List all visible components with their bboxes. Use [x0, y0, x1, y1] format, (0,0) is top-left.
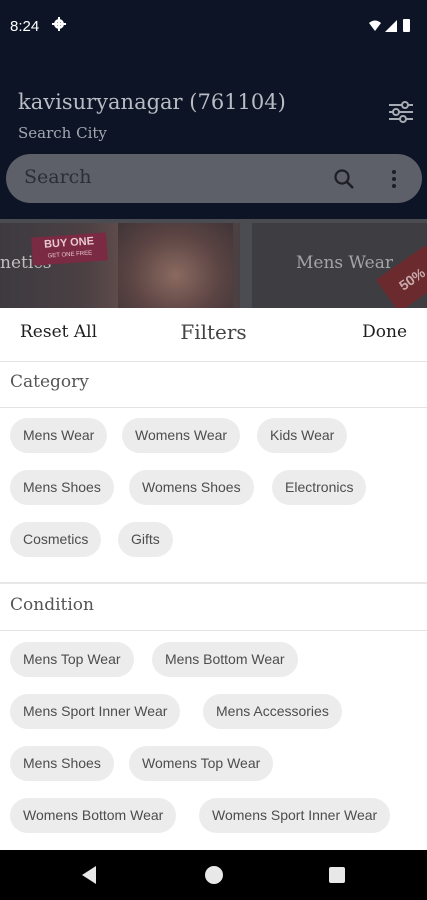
category-header: Category [0, 362, 427, 408]
home-icon[interactable] [205, 866, 223, 884]
filter-sliders-icon[interactable] [388, 100, 414, 124]
navigation-bar [0, 850, 427, 900]
status-time: 8:24 [10, 18, 40, 35]
model-image [118, 223, 233, 310]
chip-category-womens-shoes[interactable]: Womens Shoes [129, 470, 254, 505]
chip-category-mens-shoes[interactable]: Mens Shoes [10, 470, 114, 505]
chip-condition-womens-bottom-wear[interactable]: Womens Bottom Wear [10, 798, 177, 833]
filters-sheet: Reset All Filters Done Category Mens Wea… [0, 308, 427, 850]
chip-condition-womens-sport-inner-wear[interactable]: Womens Sport Inner Wear [199, 798, 391, 833]
settings-gear-icon [52, 17, 66, 31]
chip-condition-mens-accessories[interactable]: Mens Accessories [203, 694, 342, 729]
recent-apps-icon[interactable] [329, 867, 345, 883]
location-title[interactable]: kavisuryanagar (761104) [18, 90, 286, 114]
battery-icon [403, 19, 410, 32]
more-vert-icon[interactable] [389, 168, 399, 190]
search-input[interactable]: Search [24, 166, 92, 188]
banner-mens-wear[interactable]: Mens Wear 50% [252, 223, 427, 310]
signal-icon [385, 20, 397, 32]
wifi-icon [369, 20, 381, 31]
app-background: 8:24 kavisuryanagar (761104) Search City… [0, 0, 427, 310]
offer-badge-line2: GET ONE FREE [47, 250, 93, 260]
category-banner-row: netics BUY ONE GET ONE FREE Mens Wear 50… [0, 219, 427, 310]
banner-cosmetics[interactable]: netics BUY ONE GET ONE FREE [0, 223, 240, 310]
chip-condition-mens-sport-inner-wear[interactable]: Mens Sport Inner Wear [10, 694, 181, 729]
condition-header: Condition [0, 585, 427, 631]
search-bar[interactable]: Search [6, 154, 422, 203]
banner-mens-wear-label: Mens Wear [296, 253, 393, 273]
section-divider [0, 582, 427, 584]
condition-title: Condition [10, 595, 94, 615]
chip-condition-mens-top-wear[interactable]: Mens Top Wear [10, 642, 134, 677]
chip-category-gifts[interactable]: Gifts [118, 522, 173, 557]
chip-category-cosmetics[interactable]: Cosmetics [10, 522, 102, 557]
category-title: Category [10, 372, 89, 392]
back-icon[interactable] [80, 865, 98, 885]
chip-condition-womens-top-wear[interactable]: Womens Top Wear [129, 746, 274, 781]
chip-condition-mens-shoes[interactable]: Mens Shoes [10, 746, 114, 781]
status-bar: 8:24 [0, 0, 427, 54]
chip-category-electronics[interactable]: Electronics [272, 470, 367, 505]
offer-badge: BUY ONE GET ONE FREE [31, 232, 108, 266]
chip-category-kids-wear[interactable]: Kids Wear [257, 418, 348, 453]
chip-condition-mens-bottom-wear[interactable]: Mens Bottom Wear [152, 642, 298, 677]
chip-category-mens-wear[interactable]: Mens Wear [10, 418, 108, 453]
done-button[interactable]: Done [362, 322, 407, 342]
search-icon[interactable] [333, 168, 355, 190]
sheet-header: Reset All Filters Done [0, 308, 427, 362]
status-icons [369, 19, 410, 32]
search-city-link[interactable]: Search City [18, 124, 107, 142]
chip-category-womens-wear[interactable]: Womens Wear [122, 418, 241, 453]
